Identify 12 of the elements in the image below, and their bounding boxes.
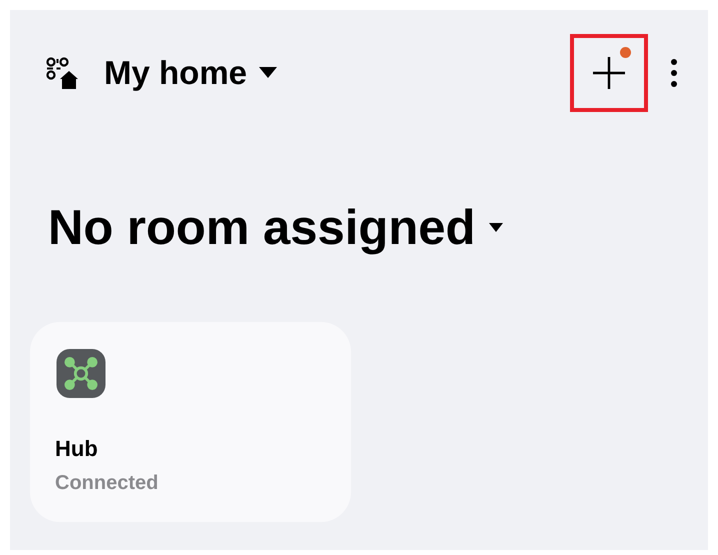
device-card[interactable]: Hub Connected [30, 322, 351, 522]
device-status: Connected [55, 472, 158, 495]
device-name: Hub [55, 436, 98, 462]
more-options-icon[interactable] [670, 58, 678, 88]
plus-icon [591, 55, 627, 91]
add-button[interactable] [570, 34, 648, 112]
home-selector[interactable]: My home [104, 54, 278, 92]
qr-home-icon[interactable] [46, 57, 78, 89]
room-selector[interactable]: No room assigned [48, 200, 504, 256]
caret-icon [489, 223, 504, 233]
hub-icon [55, 349, 107, 398]
caret-icon [259, 67, 278, 79]
